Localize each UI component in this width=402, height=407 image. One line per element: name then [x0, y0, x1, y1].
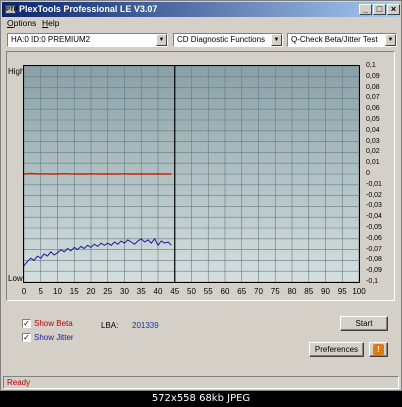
- y-tick-label: 0,08: [366, 83, 380, 91]
- lba-value: 201339: [132, 321, 159, 330]
- x-tick-label: 35: [136, 287, 146, 296]
- x-tick-label: 45: [170, 287, 180, 296]
- x-tick-label: 70: [254, 287, 263, 296]
- menu-bar: Options Help: [2, 17, 400, 31]
- series-line-beta: [24, 172, 172, 175]
- preferences-button[interactable]: Preferences: [309, 342, 364, 357]
- y-tick-label: -0,05: [366, 224, 382, 231]
- chevron-down-icon[interactable]: ▼: [385, 34, 396, 46]
- y-tick-label: -0,08: [366, 256, 382, 264]
- app-icon: PTP: [5, 5, 18, 14]
- status-bar: Ready: [3, 376, 399, 389]
- info-button[interactable]: !: [369, 342, 388, 357]
- y-label-low: Low: [8, 274, 23, 283]
- chevron-down-icon[interactable]: ▼: [271, 34, 282, 46]
- y-tick-label: 0,09: [366, 72, 380, 80]
- info-icon: !: [373, 344, 384, 355]
- title-bar: PTP PlexTools Professional LE V3.07 _ □ …: [2, 2, 400, 17]
- menu-options[interactable]: Options: [7, 18, 36, 28]
- x-tick-label: 10: [53, 287, 62, 296]
- chevron-down-icon[interactable]: ▼: [156, 34, 167, 46]
- x-tick-label: 20: [86, 287, 96, 296]
- y-tick-label: -0,07: [366, 245, 382, 253]
- x-tick-label: 75: [270, 287, 280, 296]
- maximize-button[interactable]: □: [373, 4, 386, 15]
- y-tick-label: 0,05: [366, 116, 380, 123]
- test-select[interactable]: Q-Check Beta/Jitter Test ▼: [287, 33, 397, 47]
- x-tick-label: 55: [203, 287, 213, 296]
- minimize-button[interactable]: _: [359, 4, 372, 15]
- x-tick-label: 65: [237, 287, 247, 296]
- plextools-window: PTP PlexTools Professional LE V3.07 _ □ …: [0, 0, 402, 391]
- x-tick-label: 40: [153, 287, 163, 296]
- y-tick-label: -0,03: [366, 202, 382, 210]
- x-tick-label: 50: [187, 287, 196, 296]
- y-label-high: High: [8, 67, 25, 76]
- y-tick-label: -0,1: [366, 278, 379, 285]
- mode-select-value: CD Diagnostic Functions: [177, 35, 266, 44]
- lba-label: LBA:: [101, 321, 119, 330]
- x-tick-label: 80: [287, 287, 297, 296]
- y-tick-label: -0,01: [366, 180, 382, 188]
- show-beta-label: Show Beta: [34, 319, 73, 328]
- x-tick-label: 95: [337, 287, 347, 296]
- show-beta-checkbox[interactable]: ✓: [22, 319, 31, 328]
- x-tick-label: 0: [21, 287, 27, 296]
- window-title: PlexTools Professional LE V3.07: [19, 4, 158, 14]
- series-line-jitter: [24, 237, 172, 267]
- y-tick-label: 0,02: [366, 148, 380, 156]
- x-tick-label: 30: [120, 287, 129, 296]
- show-jitter-checkbox[interactable]: ✓: [22, 333, 31, 342]
- y-tick-label: -0,09: [366, 267, 382, 275]
- mode-select[interactable]: CD Diagnostic Functions ▼: [173, 33, 283, 47]
- x-tick-label: 100: [352, 287, 366, 296]
- y-tick-label: 0,04: [366, 126, 380, 134]
- menu-help[interactable]: Help: [42, 18, 59, 28]
- close-button[interactable]: ×: [387, 4, 400, 15]
- y-tick-label: 0,07: [366, 94, 380, 102]
- y-tick-label: -0,06: [366, 234, 382, 242]
- x-tick-label: 90: [321, 287, 330, 296]
- y-tick-label: 0,01: [366, 159, 380, 167]
- show-jitter-label: Show Jitter: [34, 333, 74, 342]
- x-tick-label: 5: [38, 287, 43, 296]
- start-button[interactable]: Start: [340, 316, 388, 331]
- drive-select-value: HA:0 ID:0 PREMIUM2: [11, 35, 91, 44]
- image-footer: 572x558 68kb JPEG: [151, 393, 251, 404]
- x-tick-label: 85: [304, 287, 314, 296]
- y-tick-label: -0,02: [366, 191, 382, 199]
- y-tick-label: 0,03: [366, 137, 380, 145]
- x-tick-label: 15: [69, 287, 79, 296]
- y-tick-label: 0,1: [366, 62, 376, 69]
- y-tick-label: 0: [366, 170, 370, 177]
- y-tick-label: -0,04: [366, 213, 382, 221]
- drive-select[interactable]: HA:0 ID:0 PREMIUM2 ▼: [7, 33, 168, 47]
- chart-svg: [24, 66, 359, 282]
- test-select-value: Q-Check Beta/Jitter Test: [291, 35, 378, 44]
- chart-plot-area: [23, 65, 360, 283]
- x-tick-label: 60: [220, 287, 230, 296]
- y-tick-label: 0,06: [366, 105, 380, 113]
- x-tick-label: 25: [103, 287, 113, 296]
